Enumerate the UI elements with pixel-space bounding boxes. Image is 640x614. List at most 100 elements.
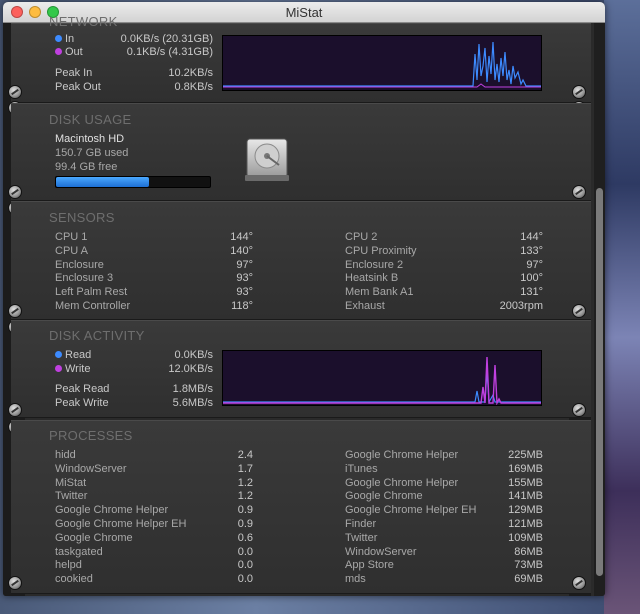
content-area: NETWORK In 0.0KB/s (20.31GB) Out 0.1KB/s… — [3, 14, 593, 596]
process-memory-name: App Store — [345, 559, 394, 572]
disk-write-value: 12.0KB/s — [168, 363, 213, 375]
process-cpu-value: 2.4 — [237, 449, 253, 461]
sensor-name: Enclosure 2 — [345, 258, 404, 271]
out-legend-dot — [55, 48, 62, 55]
in-legend-dot — [55, 35, 62, 42]
process-cpu-value: 1.2 — [237, 476, 253, 489]
network-out-value: 0.1KB/s (4.31GB) — [126, 46, 213, 58]
process-memory-name: iTunes — [345, 462, 378, 475]
sensor-name: Mem Bank A1 — [345, 286, 414, 299]
process-cpu-name: Google Chrome Helper — [55, 504, 169, 517]
disk-activity-title: DISK ACTIVITY — [49, 328, 145, 343]
disk-activity-plot — [223, 356, 541, 406]
process-cpu-value: 0.0 — [237, 573, 253, 586]
sensor-name: CPU A — [55, 244, 89, 257]
network-graph-plot — [223, 41, 541, 88]
peak-read-label: Peak Read — [55, 383, 110, 395]
sensor-value: 100° — [520, 272, 543, 285]
sensor-value: 2003rpm — [499, 300, 543, 312]
processes-title: PROCESSES — [49, 428, 133, 443]
process-memory-name: Finder — [345, 518, 377, 530]
write-legend-dot — [55, 365, 62, 372]
peak-out-value: 0.8KB/s — [174, 81, 213, 93]
sensor-value: 144° — [230, 231, 253, 243]
process-cpu-value: 0.9 — [237, 504, 253, 517]
process-cpu-name: cookied — [55, 573, 93, 586]
disk-write-series — [223, 356, 541, 406]
process-cpu-name: taskgated — [55, 545, 103, 558]
process-memory-value: 121MB — [508, 518, 543, 530]
desktop-background — [604, 0, 640, 614]
process-cpu-name: Google Chrome — [55, 531, 133, 544]
network-in-value: 0.0KB/s (20.31GB) — [120, 33, 213, 45]
process-memory-value: 225MB — [508, 449, 543, 461]
screw-icon — [8, 403, 22, 417]
disk-read-label: Read — [55, 349, 91, 361]
sensor-value: 93° — [236, 272, 253, 285]
disk-free: 99.4 GB free — [55, 161, 118, 173]
process-memory-value: 86MB — [514, 545, 543, 558]
process-cpu-name: MiStat — [55, 476, 87, 489]
volume-name: Macintosh HD — [55, 133, 125, 145]
sensor-name: Enclosure — [55, 258, 104, 271]
network-out-label: Out — [55, 46, 83, 58]
screw-icon — [572, 304, 586, 318]
process-cpu-value: 0.0 — [237, 545, 253, 558]
process-memory-name: Google Chrome Helper EH — [345, 504, 477, 517]
network-in-series — [223, 41, 541, 87]
screw-icon — [8, 576, 22, 590]
process-memory-value: 69MB — [514, 573, 543, 586]
screw-icon — [8, 185, 22, 199]
network-in-label: In — [55, 33, 74, 45]
disk-usage-title: DISK USAGE — [49, 112, 132, 127]
disk-usage-bar — [55, 176, 211, 188]
process-cpu-name: WindowServer — [55, 462, 127, 475]
sensor-value: 140° — [230, 244, 253, 257]
process-cpu-value: 0.6 — [237, 531, 253, 544]
sensor-name: Left Palm Rest — [55, 286, 128, 299]
process-memory-name: Google Chrome Helper — [345, 449, 459, 461]
process-memory-value: 73MB — [514, 559, 543, 572]
process-cpu-name: Twitter — [55, 490, 88, 503]
process-memory-value: 169MB — [508, 462, 543, 475]
sensor-name: CPU 1 — [55, 231, 88, 243]
peak-write-label: Peak Write — [55, 397, 109, 409]
screw-icon — [572, 85, 586, 99]
process-cpu-value: 0.0 — [237, 559, 253, 572]
disk-write-label: Write — [55, 363, 90, 375]
sensor-name: CPU 2 — [345, 231, 378, 243]
sensor-name: Exhaust — [345, 300, 385, 312]
network-graph — [222, 35, 542, 91]
process-memory-name: mds — [345, 573, 366, 586]
process-memory-value: 155MB — [508, 476, 543, 489]
sensor-name: Heatsink B — [345, 272, 399, 285]
process-memory-name: Twitter — [345, 531, 378, 544]
process-cpu-value: 1.7 — [237, 462, 253, 475]
process-cpu-name: Google Chrome Helper EH — [55, 518, 187, 530]
disk-read-value: 0.0KB/s — [174, 349, 213, 361]
process-memory-value: 109MB — [508, 531, 543, 544]
mistat-window: MiStat NETWORK In 0.0KB/s (20.31GB) Out … — [3, 2, 605, 596]
screw-icon — [572, 185, 586, 199]
disk-activity-graph — [222, 350, 542, 406]
scrollbar-thumb[interactable] — [596, 188, 603, 576]
disk-used: 150.7 GB used — [55, 147, 129, 159]
process-cpu-name: helpd — [55, 559, 82, 572]
sensor-value: 118° — [231, 300, 253, 312]
disk-usage-bar-fill — [56, 177, 149, 187]
sensor-value: 144° — [520, 231, 543, 243]
sensor-value: 131° — [520, 286, 543, 299]
process-memory-name: WindowServer — [345, 545, 417, 558]
process-memory-name: Google Chrome Helper — [345, 476, 459, 489]
sensor-value: 97° — [236, 258, 253, 271]
sensor-value: 133° — [520, 244, 543, 257]
vertical-scrollbar[interactable] — [594, 23, 605, 596]
peak-read-value: 1.8MB/s — [172, 383, 213, 395]
peak-in-label: Peak In — [55, 67, 93, 79]
sensor-value: 97° — [526, 258, 543, 271]
process-cpu-name: hidd — [55, 449, 76, 461]
sensors-title: SENSORS — [49, 210, 115, 225]
screw-icon — [8, 85, 22, 99]
process-memory-value: 129MB — [508, 504, 543, 517]
process-memory-name: Google Chrome — [345, 490, 423, 503]
